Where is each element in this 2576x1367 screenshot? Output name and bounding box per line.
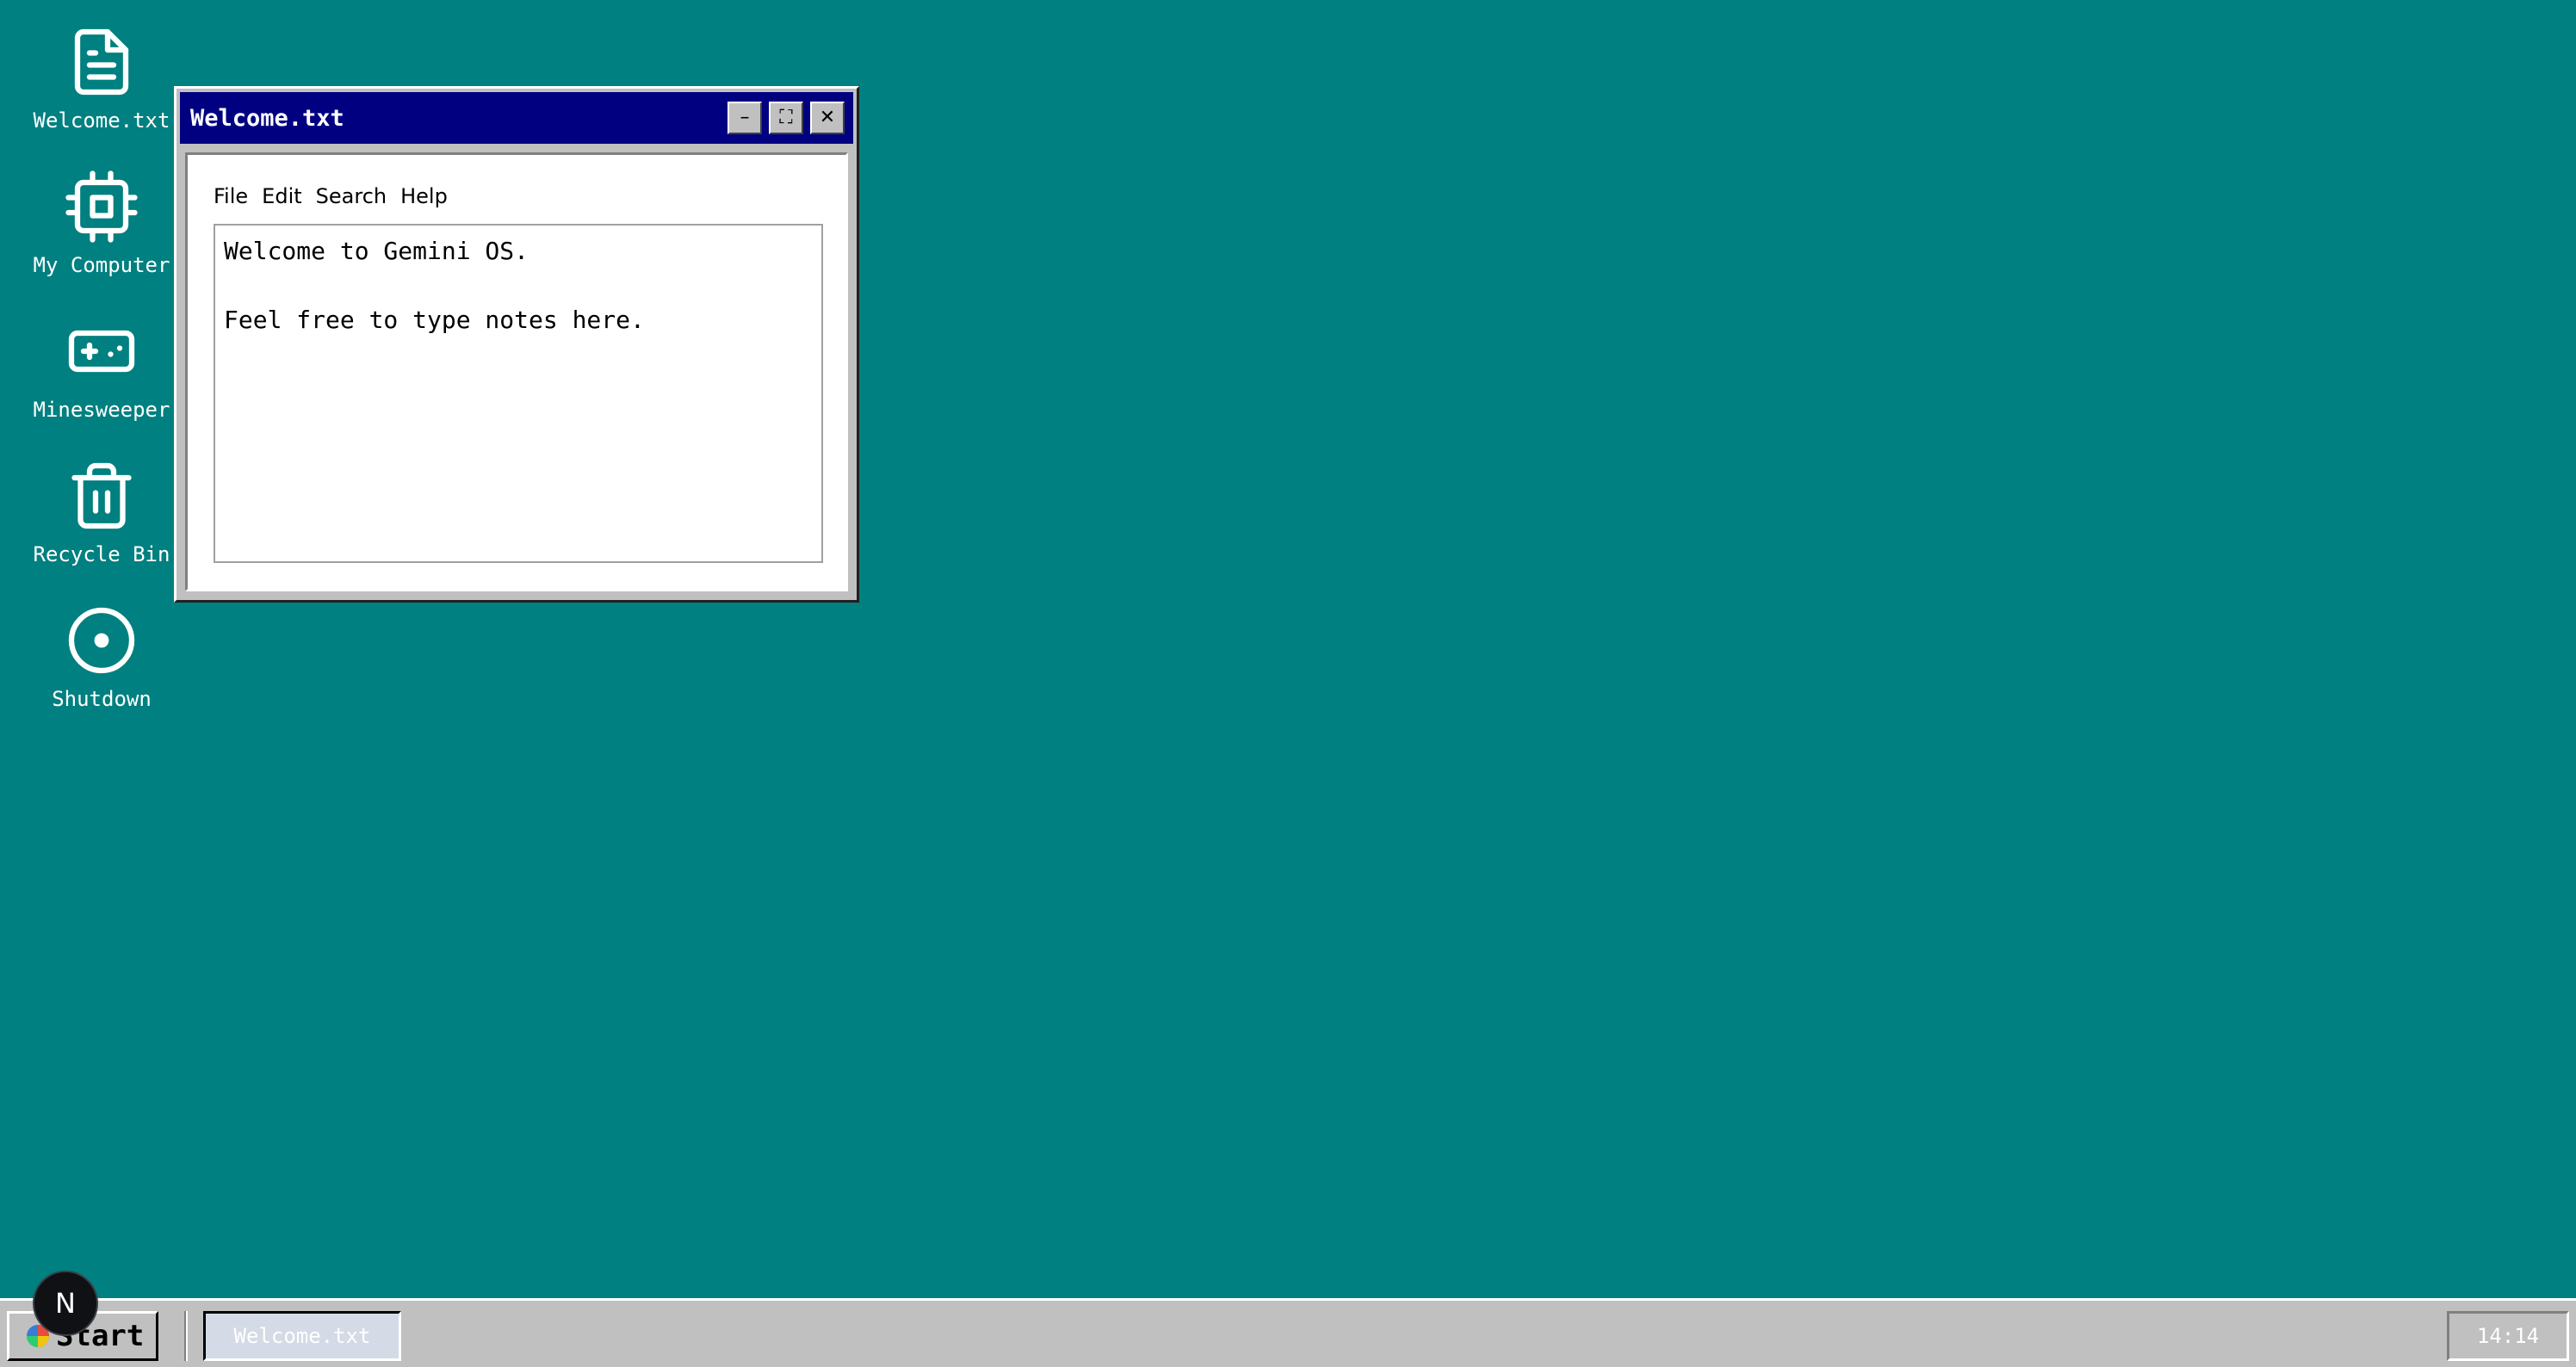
menu-help[interactable]: Help [400,184,448,208]
taskbar-item-welcome-txt[interactable]: Welcome.txt [203,1311,401,1361]
menu-edit[interactable]: Edit [262,184,301,208]
taskbar-divider [184,1311,188,1361]
n-badge-icon[interactable]: N [33,1271,98,1336]
desktop-icon-label: Shutdown [52,687,152,711]
taskbar: Start Welcome.txt 14:14 [0,1298,2576,1367]
minimize-button[interactable]: – [728,102,762,134]
window-controls: – ⛶ ✕ [728,102,845,134]
desktop-icon-label: Minesweeper [33,398,170,422]
menu-search[interactable]: Search [316,184,387,208]
desktop: Welcome.txt My Computer Minesweeper Recy… [0,0,2576,1298]
document-icon [74,28,129,96]
desktop-icon-my-computer[interactable]: My Computer [0,170,203,277]
desktop-icon-recycle-bin[interactable]: Recycle Bin [0,460,203,566]
notes-text-area[interactable]: Welcome to Gemini OS. Feel free to type … [214,224,823,563]
desktop-icon-label: My Computer [33,253,170,277]
window-client-area: File Edit Search Help Welcome to Gemini … [185,152,848,591]
desktop-icon-welcome-txt[interactable]: Welcome.txt [0,26,203,133]
window-titlebar[interactable]: Welcome.txt – ⛶ ✕ [180,92,853,144]
menu-file[interactable]: File [214,184,248,208]
window-title: Welcome.txt [190,104,344,132]
notepad-window: Welcome.txt – ⛶ ✕ File Edit Search Help … [174,86,859,603]
power-disc-icon [68,607,135,674]
cpu-chip-icon [65,170,138,243]
maximize-button[interactable]: ⛶ [769,102,803,134]
desktop-icon-shutdown[interactable]: Shutdown [0,604,203,711]
menu-bar: File Edit Search Help [214,184,448,208]
taskbar-clock: 14:14 [2447,1311,2569,1361]
trash-icon [71,462,132,529]
close-button[interactable]: ✕ [810,102,845,134]
desktop-icon-minesweeper[interactable]: Minesweeper [0,315,203,422]
desktop-icon-label: Recycle Bin [33,542,170,566]
gamepad-icon [68,330,135,373]
desktop-icon-label: Welcome.txt [33,108,170,133]
